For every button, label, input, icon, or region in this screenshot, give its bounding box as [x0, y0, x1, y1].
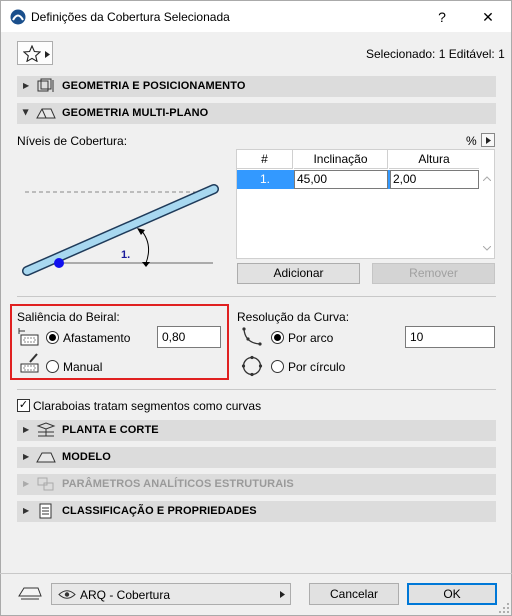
manual-label: Manual [63, 360, 103, 374]
skylights-label: Claraboias tratam segmentos como curvas [33, 399, 262, 413]
section-multiplane-geometry[interactable]: ▶ GEOMETRIA MULTI-PLANO [17, 103, 496, 124]
by-circle-icon [241, 355, 263, 377]
section-label: PLANTA E CORTE [62, 424, 159, 436]
column-header-number: # [237, 150, 293, 169]
eave-label: Saliência do Beiral: [17, 310, 120, 324]
section-label: MODELO [62, 451, 111, 463]
section-label: CLASSIFICAÇÃO E PROPRIEDADES [62, 505, 257, 517]
structural-icon [37, 477, 54, 491]
by-circle-label: Por círculo [288, 360, 346, 374]
eye-icon [58, 590, 76, 599]
eave-offset-icon [18, 328, 39, 346]
offset-radio[interactable] [46, 331, 59, 344]
expand-triangle-icon: ▶ [23, 425, 30, 434]
close-button[interactable]: ✕ [473, 7, 503, 27]
by-arc-value-input[interactable]: 10 [405, 326, 495, 348]
section-geometry-positioning[interactable]: ▶ GEOMETRIA E POSICIONAMENTO [17, 76, 496, 97]
collapse-triangle-icon: ▶ [21, 109, 31, 116]
title-bar: Definições da Cobertura Selecionada ? ✕ [0, 0, 512, 32]
remove-level-button[interactable]: Remover [372, 263, 495, 284]
column-header-slope: Inclinação [294, 150, 388, 169]
resize-grip-icon[interactable] [498, 602, 510, 614]
scroll-down-icon[interactable] [483, 246, 491, 251]
unit-toggle-button[interactable] [481, 133, 495, 147]
expand-triangle-icon: ▶ [23, 506, 30, 515]
selection-info: Selecionado: 1 Editável: 1 [366, 47, 505, 61]
eave-manual-icon [20, 353, 39, 373]
chevron-right-icon [486, 137, 491, 144]
curve-resolution-label: Resolução da Curva: [237, 310, 350, 324]
multiplane-roof-icon [36, 108, 56, 119]
expand-triangle-icon: ▶ [23, 479, 30, 488]
manual-radio[interactable] [46, 360, 59, 373]
section-label: GEOMETRIA MULTI-PLANO [62, 107, 209, 119]
column-header-height: Altura [389, 150, 479, 169]
slope-field[interactable]: 45,00 [294, 170, 388, 189]
scroll-up-icon[interactable] [483, 176, 491, 181]
star-icon [23, 45, 41, 62]
model-icon [36, 452, 56, 463]
layer-selector[interactable]: ARQ - Cobertura [51, 583, 291, 605]
section-label: PARÂMETROS ANALÍTICOS ESTRUTURAIS [62, 478, 294, 490]
cancel-button[interactable]: Cancelar [309, 583, 399, 605]
plan-section-icon [36, 422, 56, 437]
diagram-level-label: 1. [121, 249, 131, 261]
expand-triangle-icon: ▶ [23, 81, 30, 90]
add-level-button[interactable]: Adicionar [237, 263, 360, 284]
levels-table: # Inclinação Altura 1. 45,00 2,00 [236, 149, 495, 259]
app-logo-icon [10, 9, 26, 25]
layer-value: ARQ - Cobertura [80, 588, 171, 602]
row-number: 1. [259, 172, 270, 186]
divider [0, 573, 512, 574]
by-circle-radio[interactable] [271, 360, 284, 373]
chevron-right-icon [45, 51, 50, 58]
section-label: GEOMETRIA E POSICIONAMENTO [62, 80, 246, 92]
offset-value-input[interactable]: 0,80 [157, 326, 221, 348]
classification-icon [39, 503, 52, 519]
section-model[interactable]: ▶ MODELO [17, 447, 496, 468]
roof-layer-icon [18, 587, 42, 600]
help-button[interactable]: ? [427, 7, 457, 27]
by-arc-label: Por arco [288, 331, 334, 345]
expand-triangle-icon: ▶ [23, 452, 30, 461]
geometry-positioning-icon [37, 78, 54, 92]
divider [17, 296, 496, 297]
offset-label: Afastamento [63, 331, 131, 345]
window-title: Definições da Cobertura Selecionada [31, 10, 230, 24]
chevron-right-icon [280, 591, 285, 598]
height-field[interactable]: 2,00 [390, 170, 479, 189]
section-plan-section[interactable]: ▶ PLANTA E CORTE [17, 420, 496, 441]
table-row[interactable]: 1. 45,00 2,00 [237, 170, 479, 189]
divider [17, 389, 496, 390]
by-arc-icon [242, 327, 262, 346]
section-structural[interactable]: ▶ PARÂMETROS ANALÍTICOS ESTRUTURAIS [17, 474, 496, 495]
ok-button[interactable]: OK [407, 583, 497, 605]
levels-label: Níveis de Cobertura: [17, 134, 128, 148]
by-arc-radio[interactable] [271, 331, 284, 344]
percent-label: % [466, 134, 477, 148]
section-classification[interactable]: ▶ CLASSIFICAÇÃO E PROPRIEDADES [17, 501, 496, 522]
skylights-checkbox[interactable]: ✓ [17, 399, 30, 412]
scrollbar[interactable] [480, 170, 494, 258]
favorites-button[interactable] [17, 41, 53, 65]
roof-slope-diagram [22, 184, 219, 276]
